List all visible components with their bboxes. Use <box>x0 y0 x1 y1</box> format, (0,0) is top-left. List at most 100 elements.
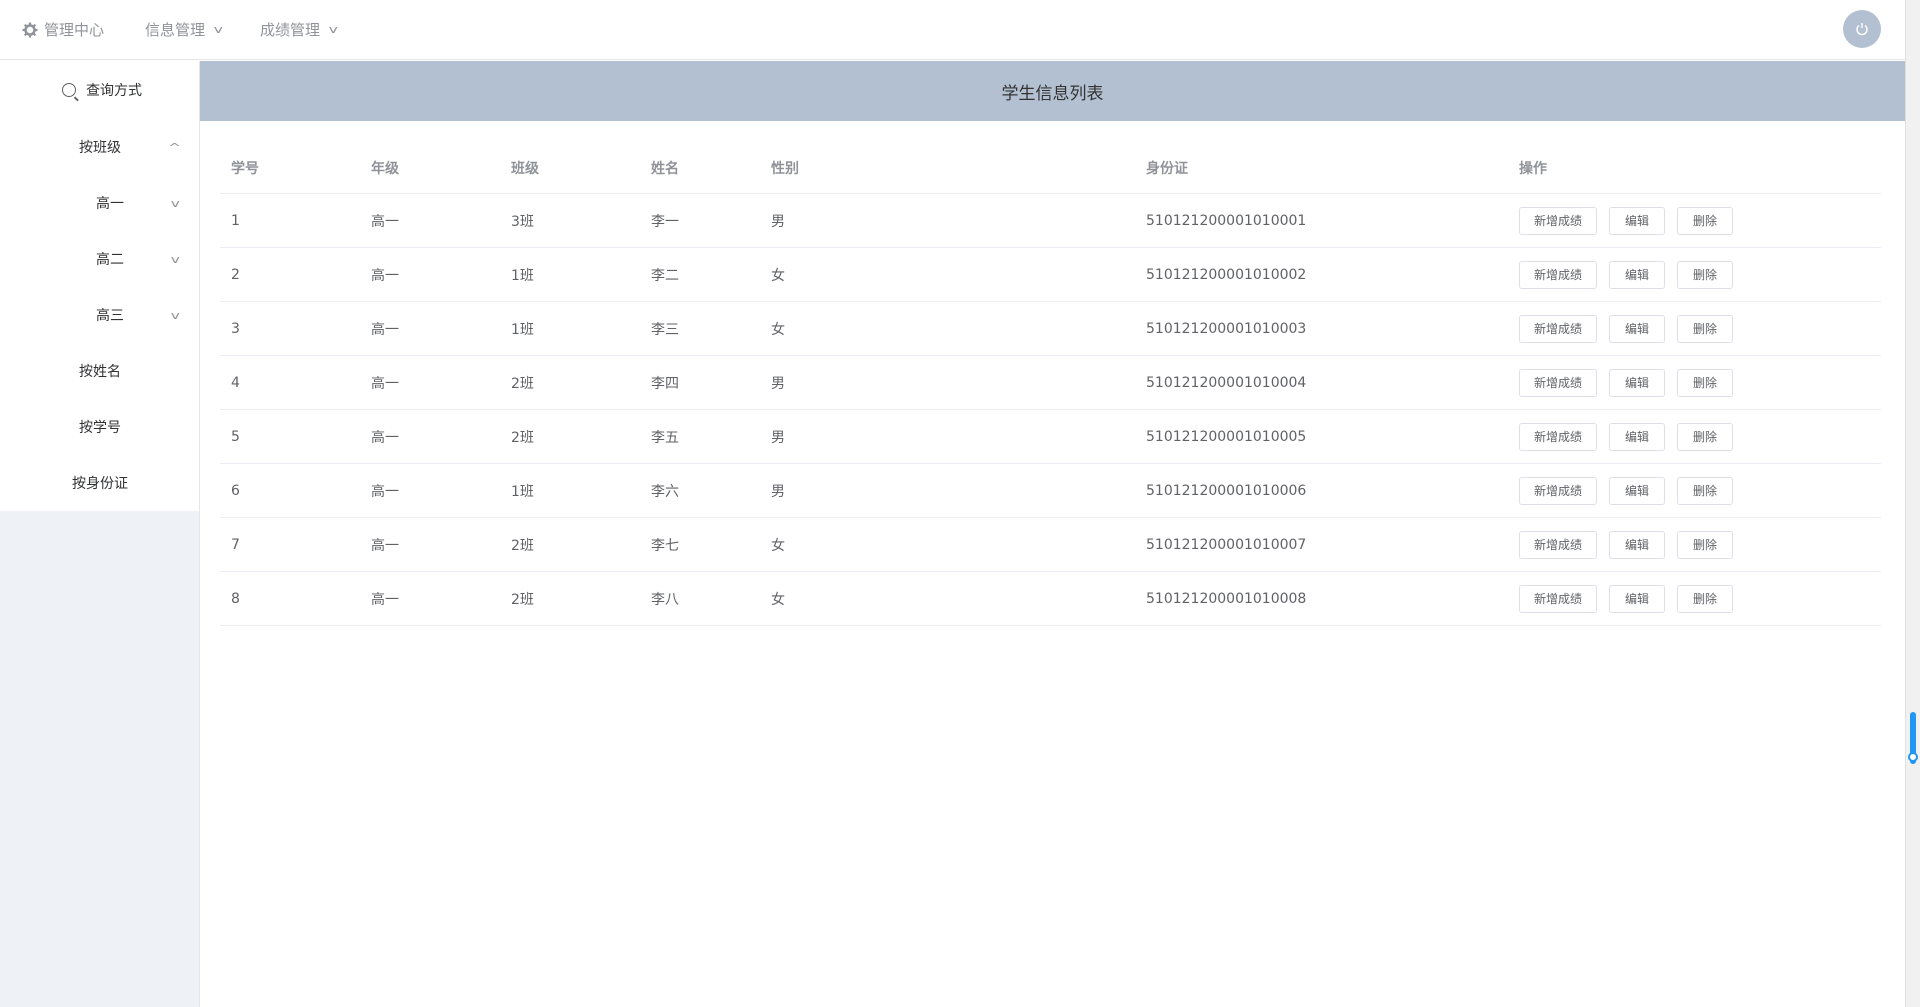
table-cell: 510121200001010001 <box>1146 212 1307 229</box>
sidebar-item-grade-3[interactable]: 高三 v <box>0 287 199 343</box>
table-cell: 女 <box>771 537 785 554</box>
add-score-button[interactable]: 新增成绩 <box>1519 368 1598 397</box>
edit-button[interactable]: 编辑 <box>1609 530 1666 559</box>
edit-button[interactable]: 编辑 <box>1609 260 1666 289</box>
table-cell: 李七 <box>651 537 679 554</box>
page-scrollbar[interactable] <box>1905 0 1920 1007</box>
search-label: 查询方式 <box>86 83 142 99</box>
table-cell: 李一 <box>651 213 679 230</box>
delete-button[interactable]: 删除 <box>1677 584 1734 613</box>
gear-icon <box>22 22 38 38</box>
sidebar-item-by-class[interactable]: 按班级 ^ <box>0 119 199 175</box>
sidebar-menu: 查询方式 按班级 ^ 高一 v 高二 v 高三 v 按姓名 按学号 按身份证 <box>0 61 199 511</box>
table-cell: 510121200001010003 <box>1146 320 1307 337</box>
edit-button[interactable]: 编辑 <box>1609 422 1666 451</box>
search-icon <box>62 83 76 97</box>
edit-button[interactable]: 编辑 <box>1609 476 1666 505</box>
table-cell: 李五 <box>651 429 679 446</box>
add-score-button[interactable]: 新增成绩 <box>1519 314 1598 343</box>
table-cell: 510121200001010007 <box>1146 536 1307 553</box>
delete-button[interactable]: 删除 <box>1677 314 1734 343</box>
sidebar-item-label: 高一 <box>96 196 124 212</box>
delete-button[interactable]: 删除 <box>1677 368 1734 397</box>
sidebar-item-grade-2[interactable]: 高二 v <box>0 231 199 287</box>
table-cell: 高一 <box>371 213 399 230</box>
table-cell: 7 <box>231 536 240 553</box>
table-cell: 高一 <box>371 429 399 446</box>
table-cell: 2班 <box>511 375 534 392</box>
nav-home-label: 管理中心 <box>44 21 105 39</box>
table-cell: 李六 <box>651 483 679 500</box>
row-actions: 新增成绩 编辑 删除 <box>1519 584 1734 613</box>
scrollbar-knob[interactable] <box>1908 752 1918 762</box>
table-cell: 高一 <box>371 321 399 338</box>
table-row: 3 高一 1班 李三 女 510121200001010003 新增成绩 编辑 删除 <box>220 302 1881 356</box>
sidebar-item-by-student-id[interactable]: 按学号 <box>0 399 199 455</box>
table-row: 4 高一 2班 李四 男 510121200001010004 新增成绩 编辑 删除 <box>220 356 1881 410</box>
column-header: 学号 <box>231 161 259 177</box>
sidebar-item-grade-1[interactable]: 高一 v <box>0 175 199 231</box>
column-header: 操作 <box>1519 161 1547 177</box>
table-cell: 高一 <box>371 591 399 608</box>
table-cell: 510121200001010006 <box>1146 482 1307 499</box>
table-cell: 女 <box>771 591 785 608</box>
table-cell: 男 <box>771 429 785 446</box>
table-cell: 1班 <box>511 267 534 284</box>
delete-button[interactable]: 删除 <box>1677 422 1734 451</box>
table-cell: 2 <box>231 266 240 283</box>
page-title: 学生信息列表 <box>200 61 1905 121</box>
table-row: 7 高一 2班 李七 女 510121200001010007 新增成绩 编辑 删除 <box>220 518 1881 572</box>
sidebar: 查询方式 按班级 ^ 高一 v 高二 v 高三 v 按姓名 按学号 按身份证 <box>0 61 200 1007</box>
edit-button[interactable]: 编辑 <box>1609 368 1666 397</box>
table-cell: 2班 <box>511 537 534 554</box>
add-score-button[interactable]: 新增成绩 <box>1519 584 1598 613</box>
row-actions: 新增成绩 编辑 删除 <box>1519 530 1734 559</box>
table-cell: 1 <box>231 212 240 229</box>
sidebar-item-label: 按班级 <box>79 140 121 156</box>
table-cell: 李八 <box>651 591 679 608</box>
delete-button[interactable]: 删除 <box>1677 476 1734 505</box>
add-score-button[interactable]: 新增成绩 <box>1519 476 1598 505</box>
column-header: 身份证 <box>1146 161 1188 177</box>
edit-button[interactable]: 编辑 <box>1609 314 1666 343</box>
table-cell: 510121200001010004 <box>1146 374 1307 391</box>
power-button[interactable] <box>1843 10 1881 48</box>
table-row: 5 高一 2班 李五 男 510121200001010005 新增成绩 编辑 删除 <box>220 410 1881 464</box>
chevron-down-icon: v <box>213 23 223 36</box>
chevron-down-icon: v <box>171 196 181 210</box>
delete-button[interactable]: 删除 <box>1677 530 1734 559</box>
sidebar-search-header: 查询方式 <box>0 61 199 119</box>
add-score-button[interactable]: 新增成绩 <box>1519 260 1598 289</box>
row-actions: 新增成绩 编辑 删除 <box>1519 422 1734 451</box>
sidebar-item-by-id-card[interactable]: 按身份证 <box>0 455 199 511</box>
column-header: 姓名 <box>651 161 679 177</box>
table-cell: 510121200001010008 <box>1146 590 1307 607</box>
nav-item-score-management[interactable]: 成绩管理 v <box>260 0 338 60</box>
table-row: 1 高一 3班 李一 男 510121200001010001 新增成绩 编辑 删除 <box>220 194 1881 248</box>
delete-button[interactable]: 删除 <box>1677 260 1734 289</box>
add-score-button[interactable]: 新增成绩 <box>1519 206 1598 235</box>
nav-item-home[interactable]: 管理中心 <box>22 0 104 60</box>
add-score-button[interactable]: 新增成绩 <box>1519 530 1598 559</box>
table-cell: 女 <box>771 267 785 284</box>
power-icon <box>1856 23 1868 36</box>
chevron-down-icon: v <box>328 23 338 36</box>
delete-button[interactable]: 删除 <box>1677 206 1734 235</box>
nav-item-info-management[interactable]: 信息管理 v <box>145 0 223 60</box>
nav-score-label: 成绩管理 <box>260 21 321 39</box>
main-content: 学生信息列表 学号 年级 班级 姓名 性别 身份证 操作 1 高一 3班 李一男 510… <box>200 61 1905 1007</box>
table-cell: 3班 <box>511 213 534 230</box>
table-cell: 2班 <box>511 429 534 446</box>
add-score-button[interactable]: 新增成绩 <box>1519 422 1598 451</box>
table-cell: 李三 <box>651 321 679 338</box>
edit-button[interactable]: 编辑 <box>1609 584 1666 613</box>
table-row: 8 高一 2班 李八 女 510121200001010008 新增成绩 编辑 删除 <box>220 572 1881 626</box>
sidebar-item-by-name[interactable]: 按姓名 <box>0 343 199 399</box>
table-cell: 5 <box>231 428 240 445</box>
table-cell: 8 <box>231 590 240 607</box>
row-actions: 新增成绩 编辑 删除 <box>1519 476 1734 505</box>
table-cell: 高一 <box>371 267 399 284</box>
edit-button[interactable]: 编辑 <box>1609 206 1666 235</box>
student-table: 学号 年级 班级 姓名 性别 身份证 操作 1 高一 3班 李一男 5101212000… <box>220 143 1881 626</box>
row-actions: 新增成绩 编辑 删除 <box>1519 206 1734 235</box>
